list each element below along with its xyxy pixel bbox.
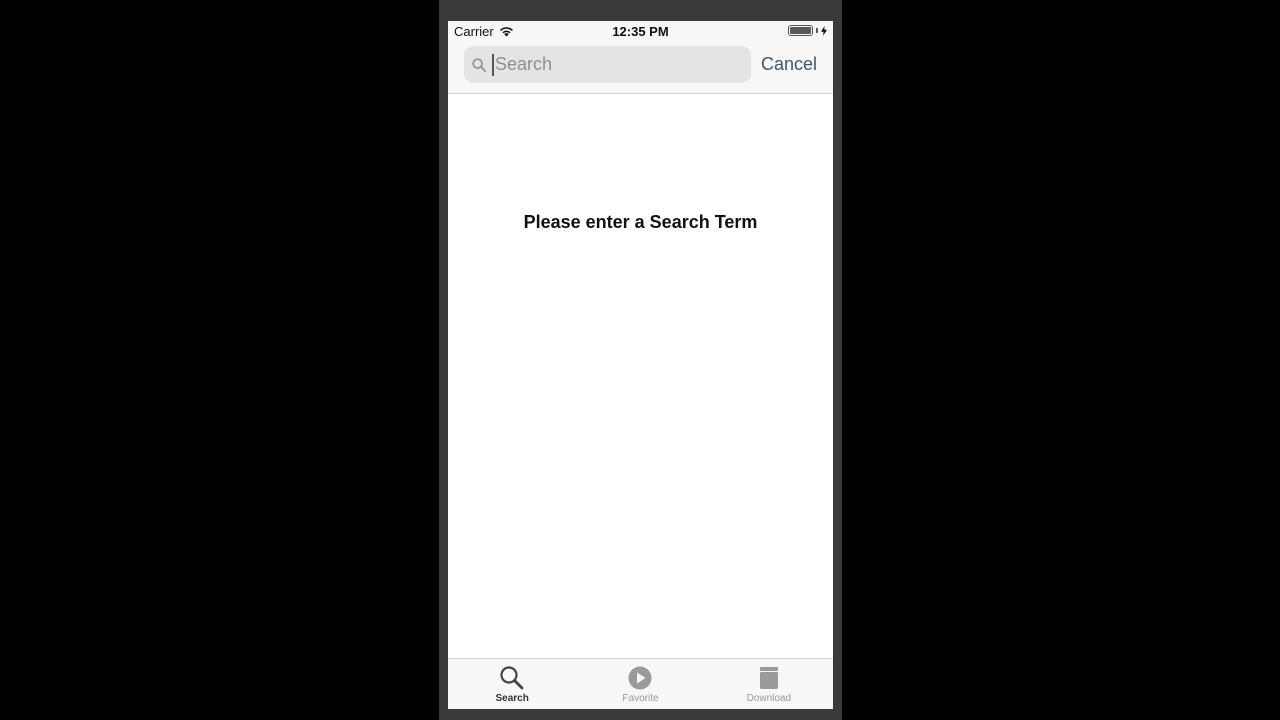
empty-state-message: Please enter a Search Term (523, 212, 758, 232)
tab-label-favorite: Favorite (622, 693, 659, 704)
tab-label-search: Search (495, 693, 529, 704)
magnifier-icon (500, 666, 524, 690)
status-bar: Carrier 12:35 PM (448, 21, 833, 43)
tab-label-download: Download (746, 693, 792, 704)
battery-icon (788, 25, 813, 36)
search-field[interactable] (464, 46, 751, 83)
charging-bolt-icon (821, 25, 827, 36)
tab-download[interactable]: Download (705, 659, 833, 709)
play-circle-icon (628, 666, 652, 690)
cancel-button[interactable]: Cancel (761, 54, 817, 75)
phone-screen: Carrier 12:35 PM Can (448, 21, 833, 709)
tab-favorite[interactable]: Favorite (576, 659, 704, 709)
search-input[interactable] (494, 49, 734, 80)
search-bar: Cancel (448, 43, 833, 94)
battery-indicator (788, 25, 827, 36)
archive-box-icon (759, 667, 778, 689)
tab-search[interactable]: Search (448, 659, 576, 709)
tab-bar: Search Favorite Download (448, 658, 833, 709)
search-icon (472, 57, 486, 72)
status-time: 12:35 PM (612, 24, 669, 39)
